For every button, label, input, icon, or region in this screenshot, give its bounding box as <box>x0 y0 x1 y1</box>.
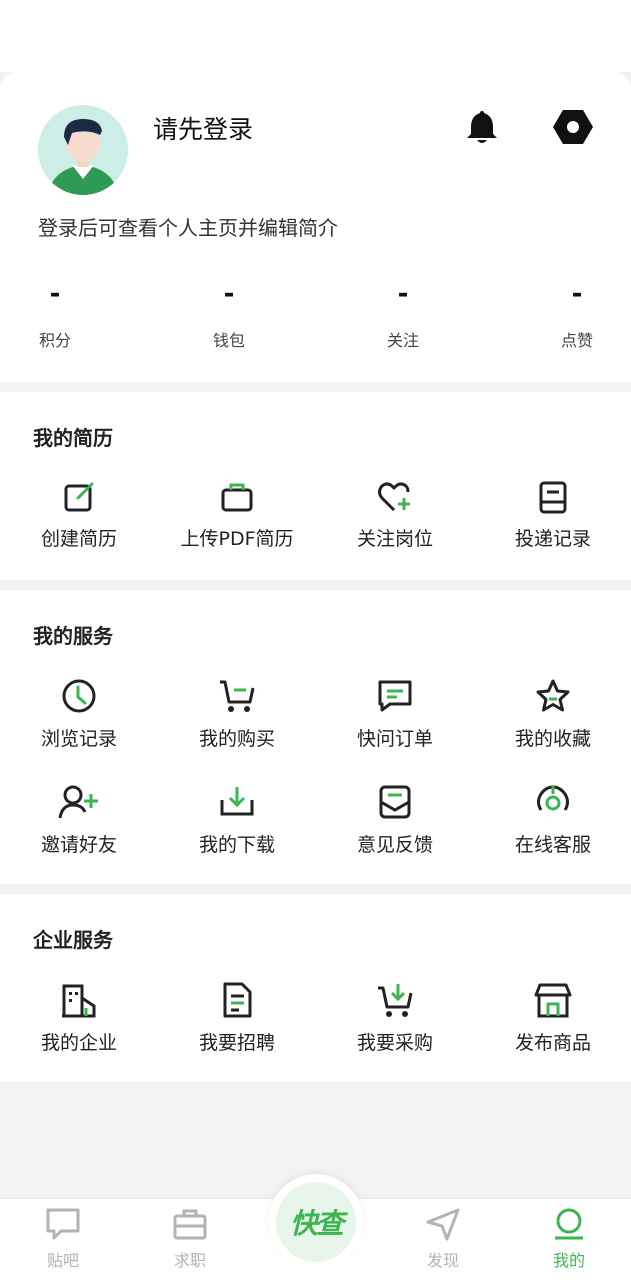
status-area <box>0 0 631 72</box>
profile-card: 请先登录 登录后可查看个人主页并编辑简介 - 积分 - 钱包 - 关注 - 点赞 <box>0 72 631 382</box>
download-icon <box>220 787 254 816</box>
avatar-illustration <box>48 119 118 195</box>
stat-value: - <box>49 279 61 309</box>
item-label: 在线客服 <box>514 834 591 856</box>
delivery-record-button[interactable]: 投递记录 <box>474 480 631 551</box>
stat-value: - <box>397 279 409 309</box>
my-favorites-button[interactable]: 我的收藏 <box>474 678 631 751</box>
stat-label: 点赞 <box>560 331 593 350</box>
stat-value: - <box>571 279 583 309</box>
settings-icon[interactable] <box>552 108 594 146</box>
bell-icon[interactable] <box>464 108 500 146</box>
section-title: 企业服务 <box>33 928 113 952</box>
stat-label: 钱包 <box>212 331 245 350</box>
item-label: 我的购买 <box>198 728 275 750</box>
feedback-button[interactable]: 意见反馈 <box>316 784 474 857</box>
item-label: 我要招聘 <box>198 1032 275 1054</box>
stat-likes[interactable]: - 点赞 <box>537 277 617 351</box>
item-label: 邀请好友 <box>40 834 117 856</box>
login-prompt[interactable]: 请先登录 <box>153 110 253 146</box>
services-section: 我的服务 浏览记录 我的购买 快问订单 我的收藏 邀请好友 我的下载 意见反馈 … <box>0 590 631 884</box>
briefcase-icon <box>173 1209 207 1240</box>
recruit-button[interactable]: 我要招聘 <box>158 982 316 1055</box>
add-user-icon <box>58 785 98 819</box>
item-label: 我的收藏 <box>514 728 591 750</box>
heart-plus-icon <box>378 482 410 512</box>
document-icon <box>223 982 252 1018</box>
stat-label: 积分 <box>38 331 71 350</box>
tab-label: 发现 <box>426 1251 459 1270</box>
stat-points[interactable]: - 积分 <box>15 277 95 351</box>
tab-label: 求职 <box>173 1251 206 1270</box>
message-icon <box>378 680 412 712</box>
upload-pdf-resume-button[interactable]: 上传PDF简历 <box>158 480 316 551</box>
item-label: 创建简历 <box>40 528 117 550</box>
item-label: 我要采购 <box>356 1032 433 1054</box>
item-label: 快问订单 <box>356 728 433 750</box>
invite-friends-button[interactable]: 邀请好友 <box>0 784 158 857</box>
edit-icon <box>64 482 94 512</box>
store-icon <box>534 983 572 1018</box>
section-title: 我的服务 <box>33 624 113 648</box>
my-purchases-button[interactable]: 我的购买 <box>158 678 316 751</box>
item-label: 上传PDF简历 <box>180 528 294 550</box>
cart-icon <box>220 680 255 712</box>
chat-bubble-icon <box>46 1208 80 1240</box>
quick-check-button[interactable]: 快查 <box>268 1174 364 1270</box>
publish-product-button[interactable]: 发布商品 <box>474 982 631 1055</box>
cart-download-icon <box>378 984 413 1017</box>
tab-label: 我的 <box>552 1251 585 1270</box>
resume-section: 我的简历 创建简历 上传PDF简历 关注岗位 投递记录 <box>0 392 631 580</box>
stat-value: - <box>223 279 235 309</box>
stat-label: 关注 <box>386 331 419 350</box>
stat-following[interactable]: - 关注 <box>363 277 443 351</box>
tab-jobs[interactable]: 求职 <box>135 1207 245 1271</box>
item-label: 发布商品 <box>514 1032 591 1054</box>
item-label: 我的企业 <box>40 1032 117 1054</box>
my-downloads-button[interactable]: 我的下载 <box>158 784 316 857</box>
headset-icon <box>537 785 569 811</box>
my-enterprise-button[interactable]: 我的企业 <box>0 982 158 1055</box>
quick-check-badge: 快查 <box>276 1182 356 1262</box>
star-icon <box>536 679 570 712</box>
stats-row: - 积分 - 钱包 - 关注 - 点赞 <box>0 277 631 357</box>
avatar[interactable] <box>38 105 128 195</box>
quick-check-label: 快查 <box>289 1207 344 1240</box>
item-label: 浏览记录 <box>40 728 117 750</box>
briefcase-icon <box>221 483 253 512</box>
quick-ask-orders-button[interactable]: 快问订单 <box>316 678 474 751</box>
online-support-button[interactable]: 在线客服 <box>474 784 631 857</box>
send-icon <box>426 1208 460 1241</box>
stat-wallet[interactable]: - 钱包 <box>189 277 269 351</box>
item-label: 意见反馈 <box>356 834 433 856</box>
procurement-button[interactable]: 我要采购 <box>316 982 474 1055</box>
clock-icon <box>62 679 96 713</box>
item-label: 我的下载 <box>198 834 275 856</box>
create-resume-button[interactable]: 创建简历 <box>0 480 158 551</box>
enterprise-section: 企业服务 我的企业 我要招聘 我要采购 发布商品 <box>0 894 631 1082</box>
item-label: 关注岗位 <box>356 528 433 550</box>
tab-tieba[interactable]: 贴吧 <box>8 1207 118 1271</box>
record-book-icon <box>539 481 567 514</box>
item-label: 投递记录 <box>514 528 591 550</box>
tab-mine[interactable]: 我的 <box>514 1207 624 1271</box>
tab-discover[interactable]: 发现 <box>388 1207 498 1271</box>
followed-jobs-button[interactable]: 关注岗位 <box>316 480 474 551</box>
browse-history-button[interactable]: 浏览记录 <box>0 678 158 751</box>
section-title: 我的简历 <box>33 426 113 450</box>
tab-label: 贴吧 <box>46 1251 79 1270</box>
profile-icon <box>555 1208 583 1240</box>
building-icon <box>62 984 96 1018</box>
login-hint: 登录后可查看个人主页并编辑简介 <box>38 216 338 240</box>
mail-inbox-icon <box>379 785 411 819</box>
